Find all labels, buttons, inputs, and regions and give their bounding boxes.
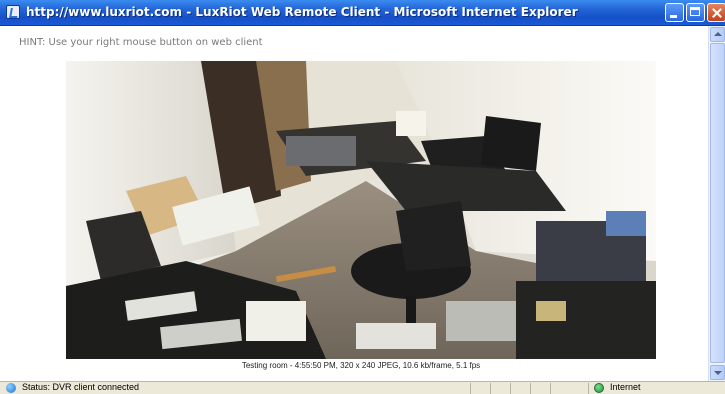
status-bar: Status: DVR client connected Internet [0, 381, 725, 394]
hint-text: HINT: Use your right mouse button on web… [19, 37, 263, 48]
camera-video-frame[interactable] [66, 61, 656, 359]
status-text: Status: DVR client connected [22, 382, 140, 392]
browser-window: http://www.luxriot.com - LuxRiot Web Rem… [0, 0, 725, 394]
vertical-scrollbar[interactable] [708, 26, 725, 381]
status-divider [530, 383, 531, 394]
web-client-content: HINT: Use your right mouse button on web… [0, 26, 708, 381]
title-bar[interactable]: http://www.luxriot.com - LuxRiot Web Rem… [0, 0, 725, 26]
status-divider [550, 383, 551, 394]
internet-zone-icon [594, 383, 604, 393]
window-title: http://www.luxriot.com - LuxRiot Web Rem… [26, 5, 578, 19]
camera-image [66, 61, 656, 359]
status-divider [588, 383, 589, 394]
status-divider [470, 383, 471, 394]
minimize-button[interactable] [665, 3, 684, 22]
close-button[interactable] [707, 3, 725, 22]
zone-text: Internet [610, 382, 641, 392]
scroll-down-arrow-icon[interactable] [710, 365, 725, 380]
camera-caption: Testing room - 4:55:50 PM, 320 x 240 JPE… [241, 361, 481, 370]
maximize-button[interactable] [686, 3, 705, 22]
status-divider [490, 383, 491, 394]
status-divider [510, 383, 511, 394]
scroll-up-arrow-icon[interactable] [710, 27, 725, 42]
ie-page-icon[interactable] [6, 5, 20, 19]
page-status-icon [6, 383, 16, 393]
scroll-thumb[interactable] [710, 43, 725, 363]
